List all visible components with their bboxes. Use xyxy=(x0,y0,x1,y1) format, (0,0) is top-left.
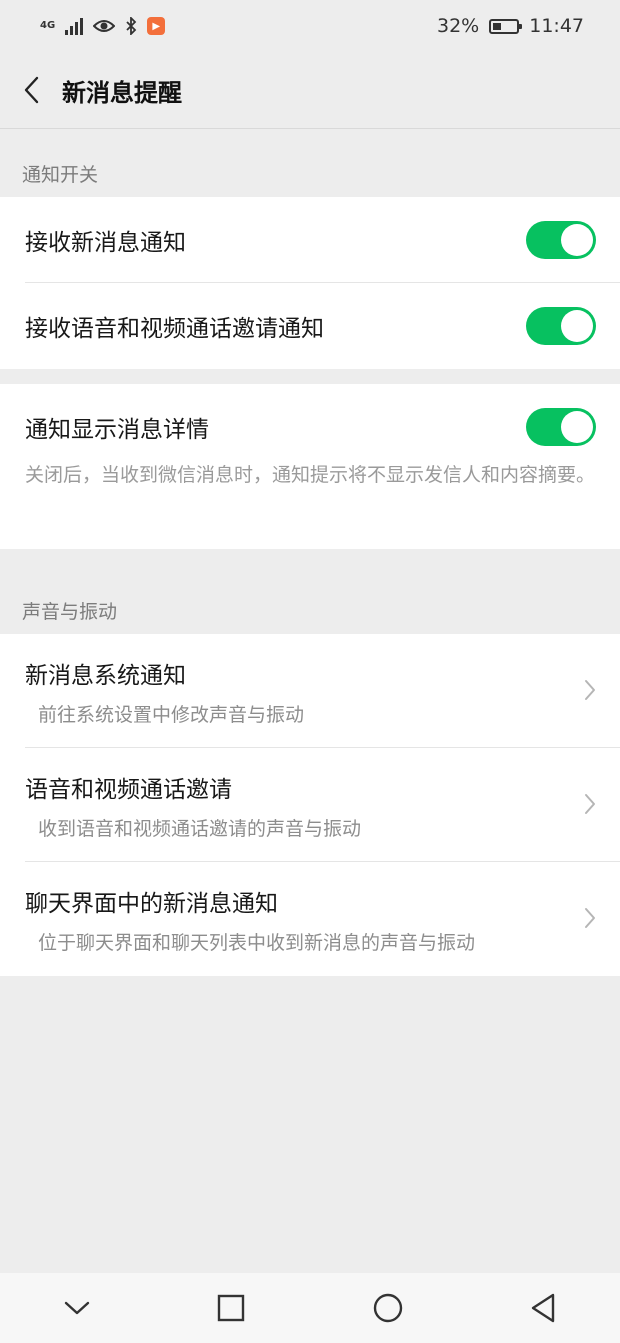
show-detail-toggle[interactable] xyxy=(526,408,596,446)
row-subtitle: 位于聊天界面和聊天列表中收到新消息的声音与振动 xyxy=(38,931,476,954)
battery-percent: 32% xyxy=(437,15,480,37)
chevron-right-icon xyxy=(585,680,595,700)
section-header-sound: 声音与振动 xyxy=(22,601,118,623)
status-right: 32% 11:47 xyxy=(437,15,584,37)
show-detail-hint: 关闭后，当收到微信消息时，通知提示将不显示发信人和内容摘要。 xyxy=(25,464,596,486)
page-title: 新消息提醒 xyxy=(62,78,182,107)
receive-call-invite-toggle[interactable] xyxy=(526,307,596,345)
clock: 11:47 xyxy=(529,15,584,37)
eye-icon xyxy=(93,20,116,32)
recents-square-icon[interactable] xyxy=(217,1294,245,1322)
row-receive-call-invite: 接收语音和视频通话邀请通知 xyxy=(0,283,620,369)
navigation-bar: 新消息提醒 xyxy=(0,52,620,129)
network-type: 4G xyxy=(40,20,56,31)
battery-icon xyxy=(489,18,523,34)
status-left: 4G ▶ xyxy=(40,17,166,35)
chevron-down-icon[interactable] xyxy=(64,1300,90,1316)
toggle-knob xyxy=(561,411,593,443)
app-notification-icon: ▶ xyxy=(147,17,166,35)
chevron-left-icon xyxy=(24,76,39,104)
section-header-notification: 通知开关 xyxy=(22,164,99,186)
toggle-knob xyxy=(561,310,593,342)
status-bar: 4G ▶ 32% 11:47 xyxy=(0,0,620,52)
row-title: 新消息系统通知 xyxy=(25,662,186,689)
row-label: 通知显示消息详情 xyxy=(25,417,209,443)
chevron-right-icon xyxy=(585,794,595,814)
row-receive-new-message: 接收新消息通知 xyxy=(0,197,620,283)
home-circle-icon[interactable] xyxy=(373,1293,403,1323)
notification-card-1: 接收新消息通知 接收语音和视频通话邀请通知 xyxy=(0,197,620,369)
bluetooth-icon xyxy=(126,17,137,35)
row-label: 接收新消息通知 xyxy=(25,230,186,256)
row-subtitle: 收到语音和视频通话邀请的声音与振动 xyxy=(38,817,362,840)
back-triangle-icon[interactable] xyxy=(530,1293,556,1323)
notification-card-2: 通知显示消息详情 关闭后，当收到微信消息时，通知提示将不显示发信人和内容摘要。 xyxy=(0,384,620,549)
row-show-detail: 通知显示消息详情 xyxy=(0,384,620,470)
row-call-invite[interactable]: 语音和视频通话邀请 收到语音和视频通话邀请的声音与振动 xyxy=(0,748,620,862)
system-navigation-bar xyxy=(0,1273,620,1343)
signal-icon xyxy=(65,17,84,35)
row-label: 接收语音和视频通话邀请通知 xyxy=(25,316,324,342)
row-title: 聊天界面中的新消息通知 xyxy=(25,890,278,917)
back-button[interactable] xyxy=(0,52,62,128)
row-title: 语音和视频通话邀请 xyxy=(25,776,232,803)
row-subtitle: 前往系统设置中修改声音与振动 xyxy=(38,703,305,726)
toggle-knob xyxy=(561,224,593,256)
receive-new-message-toggle[interactable] xyxy=(526,221,596,259)
row-chat-message-notification[interactable]: 聊天界面中的新消息通知 位于聊天界面和聊天列表中收到新消息的声音与振动 xyxy=(0,862,620,976)
network-label: 4G xyxy=(40,21,55,31)
chevron-right-icon xyxy=(585,908,595,928)
row-system-notification[interactable]: 新消息系统通知 前往系统设置中修改声音与振动 xyxy=(0,634,620,748)
sound-card: 新消息系统通知 前往系统设置中修改声音与振动 语音和视频通话邀请 收到语音和视频… xyxy=(0,634,620,976)
